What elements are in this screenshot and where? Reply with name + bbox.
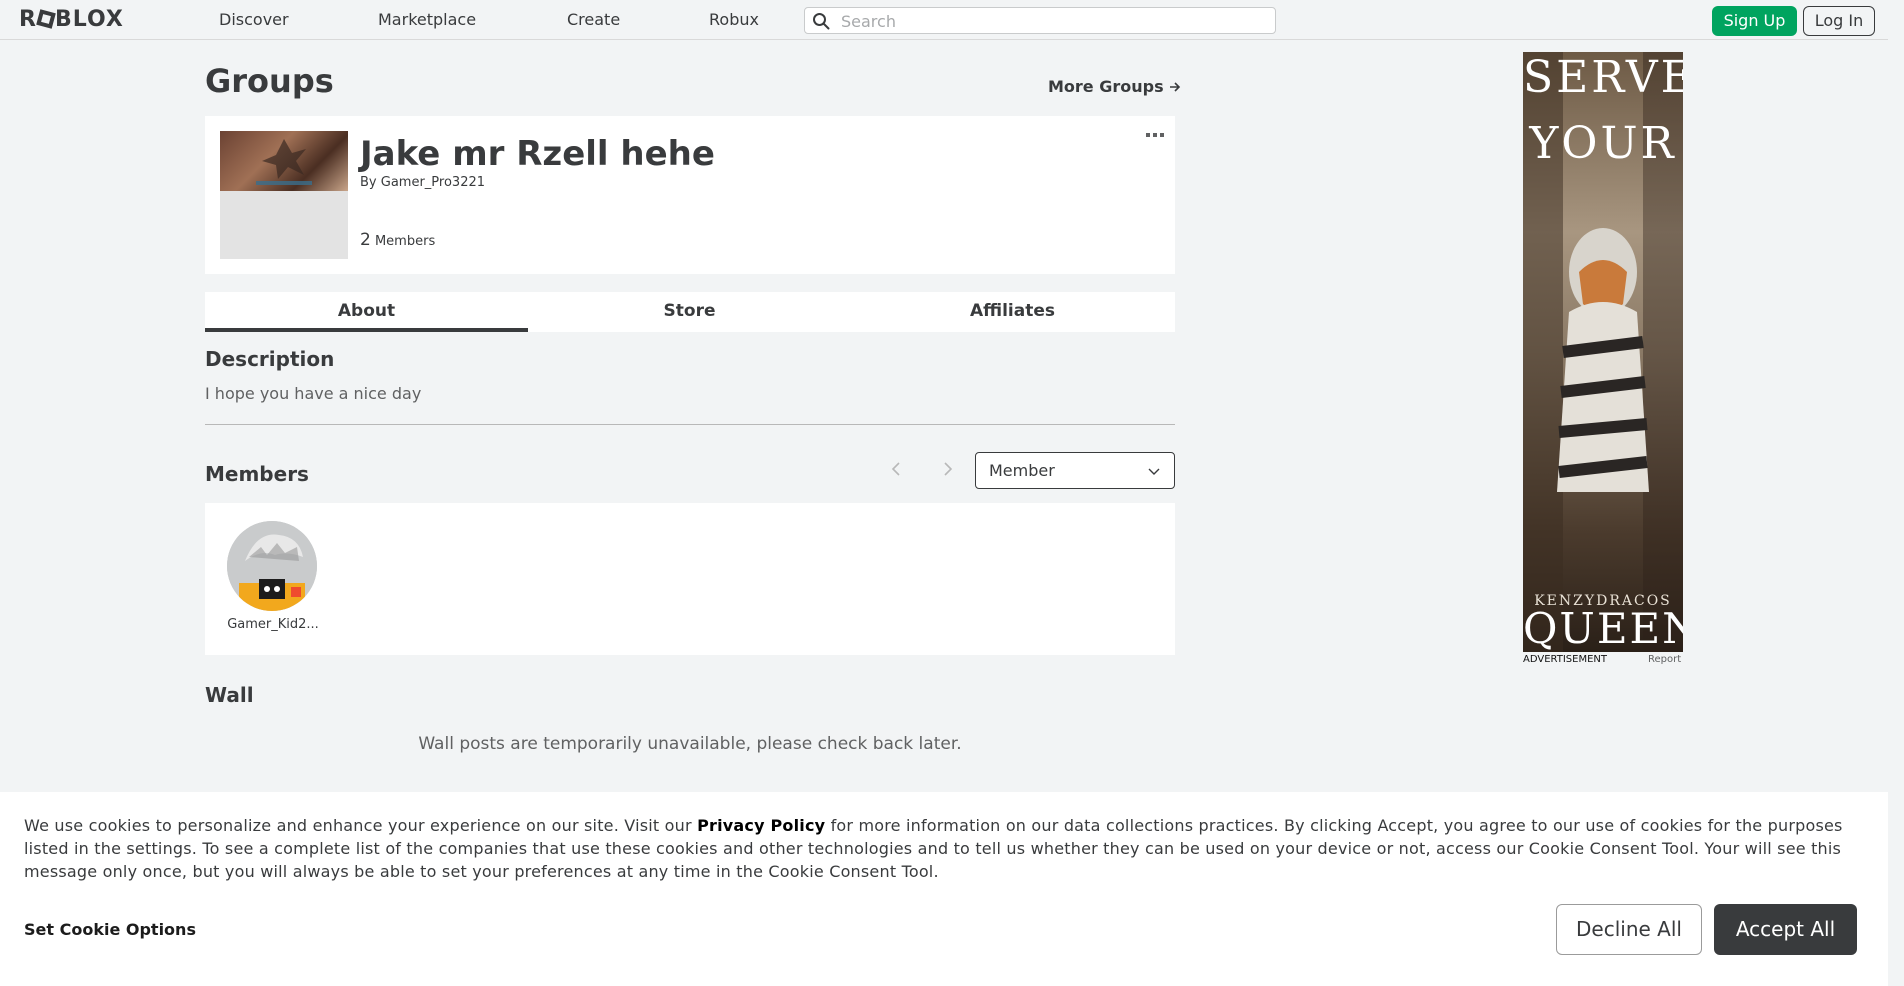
members-list: Gamer_Kid2... <box>205 503 1175 655</box>
set-cookie-options-link[interactable]: Set Cookie Options <box>24 920 196 939</box>
ad-report-link[interactable]: Report <box>1648 654 1681 665</box>
group-tabs: About Store Affiliates <box>205 292 1175 332</box>
member-count-value: 2 <box>360 230 371 250</box>
ad-line-3: QUEEN <box>1523 604 1683 652</box>
top-navigation-bar: R BLOX Discover Marketplace Create Robux … <box>0 0 1904 40</box>
chevron-right-icon[interactable] <box>941 460 955 478</box>
log-in-button[interactable]: Log In <box>1803 6 1875 36</box>
group-header-card: Jake mr Rzell hehe By Gamer_Pro3221 2 Me… <box>205 116 1175 274</box>
member-count-label: Members <box>374 234 436 249</box>
member-avatar[interactable] <box>227 521 317 611</box>
search-input[interactable] <box>839 10 1259 32</box>
more-groups-link[interactable]: More Groups <box>1048 77 1181 96</box>
nav-create[interactable]: Create <box>567 10 620 30</box>
group-owner-link[interactable]: Gamer_Pro3221 <box>381 175 485 190</box>
tab-about[interactable]: About <box>205 292 528 332</box>
advertisement-label: ADVERTISEMENT <box>1523 654 1608 665</box>
group-member-count: 2 Members <box>360 230 435 250</box>
cookie-message-start: We use cookies to personalize and enhanc… <box>24 816 698 835</box>
group-owner-line: By Gamer_Pro3221 <box>360 175 485 190</box>
nav-marketplace[interactable]: Marketplace <box>378 10 476 30</box>
nav-discover[interactable]: Discover <box>219 10 289 30</box>
cookie-consent-banner: We use cookies to personalize and enhanc… <box>0 792 1888 986</box>
section-divider <box>205 424 1175 425</box>
chevron-down-icon <box>1148 468 1160 475</box>
wall-heading: Wall <box>205 683 254 707</box>
arrow-right-icon <box>1170 82 1181 92</box>
role-select-value: Member <box>989 461 1055 480</box>
search-box[interactable] <box>804 7 1276 34</box>
wall-unavailable-message: Wall posts are temporarily unavailable, … <box>418 734 962 754</box>
group-emblem-image <box>220 131 348 191</box>
tab-affiliates[interactable]: Affiliates <box>851 292 1174 332</box>
ad-line-1: SERVE <box>1523 52 1683 103</box>
more-groups-label: More Groups <box>1048 77 1164 96</box>
description-heading: Description <box>205 347 335 371</box>
chevron-left-icon[interactable] <box>889 460 903 478</box>
tab-store[interactable]: Store <box>528 292 851 332</box>
members-heading: Members <box>205 462 309 486</box>
privacy-policy-link[interactable]: Privacy Policy <box>697 816 825 835</box>
description-text: I hope you have a nice day <box>205 384 422 403</box>
nav-robux[interactable]: Robux <box>709 10 759 30</box>
cookie-message: We use cookies to personalize and enhanc… <box>24 814 1864 883</box>
page-scrollbar[interactable] <box>1888 0 1904 986</box>
group-emblem <box>220 131 348 259</box>
sign-up-button[interactable]: Sign Up <box>1712 6 1797 36</box>
roblox-logo[interactable]: R BLOX <box>19 8 124 32</box>
search-icon <box>813 13 830 30</box>
accept-all-button[interactable]: Accept All <box>1714 904 1857 955</box>
role-select[interactable]: Member <box>975 452 1175 489</box>
page-title: Groups <box>205 62 334 100</box>
decline-all-button[interactable]: Decline All <box>1556 904 1702 955</box>
group-owner-prefix: By <box>360 175 377 190</box>
more-horizontal-icon[interactable] <box>1145 130 1165 140</box>
advertisement-banner[interactable]: SERVE YOUR KENZYDRACOS QUEEN <box>1523 52 1683 652</box>
group-name: Jake mr Rzell hehe <box>360 134 715 174</box>
ad-line-2: YOUR <box>1529 118 1677 169</box>
member-name[interactable]: Gamer_Kid2... <box>227 617 319 632</box>
